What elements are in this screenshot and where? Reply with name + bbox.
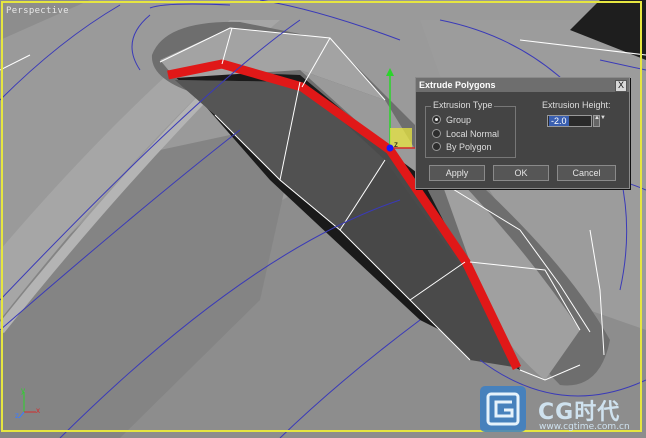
extrude-polygons-dialog: Extrude Polygons X Extrusion Type Group … xyxy=(415,77,630,189)
viewport-label[interactable]: Perspective xyxy=(6,6,69,16)
radio-by-polygon-indicator[interactable] xyxy=(432,142,441,152)
spinner-arrows-icon[interactable]: ▲▼ xyxy=(593,115,606,127)
perspective-viewport[interactable]: x y z z Perspective Extrude Polygons X E… xyxy=(0,0,646,438)
radio-by-polygon-label: By Polygon xyxy=(446,142,492,152)
extrusion-type-label: Extrusion Type xyxy=(431,100,495,110)
axis-label-y: y xyxy=(21,386,25,395)
axis-label-x: x xyxy=(36,406,40,415)
cancel-button[interactable]: Cancel xyxy=(557,165,616,181)
radio-local-normal-label: Local Normal xyxy=(446,129,500,139)
extrusion-height-label: Extrusion Height: xyxy=(542,100,611,110)
axis-label-z: z xyxy=(15,411,19,420)
gizmo-z-label: z xyxy=(394,140,398,149)
dialog-title[interactable]: Extrude Polygons xyxy=(416,78,629,92)
extrusion-height-value[interactable]: -2.0 xyxy=(549,116,569,126)
ok-button[interactable]: OK xyxy=(493,165,549,181)
radio-group-label: Group xyxy=(446,115,472,125)
watermark-url: www.cgtime.com.cn xyxy=(539,422,630,432)
close-icon[interactable]: X xyxy=(615,80,627,92)
radio-local-normal-indicator[interactable] xyxy=(432,129,441,139)
scene-geometry xyxy=(0,0,646,438)
apply-button[interactable]: Apply xyxy=(429,165,485,181)
radio-by-polygon[interactable]: By Polygon xyxy=(432,141,492,153)
radio-local-normal[interactable]: Local Normal xyxy=(432,128,499,140)
radio-group-indicator[interactable] xyxy=(432,115,441,125)
axis-tripod xyxy=(18,392,36,419)
extrusion-height-input[interactable]: -2.0 xyxy=(547,115,592,127)
radio-group[interactable]: Group xyxy=(432,114,471,126)
